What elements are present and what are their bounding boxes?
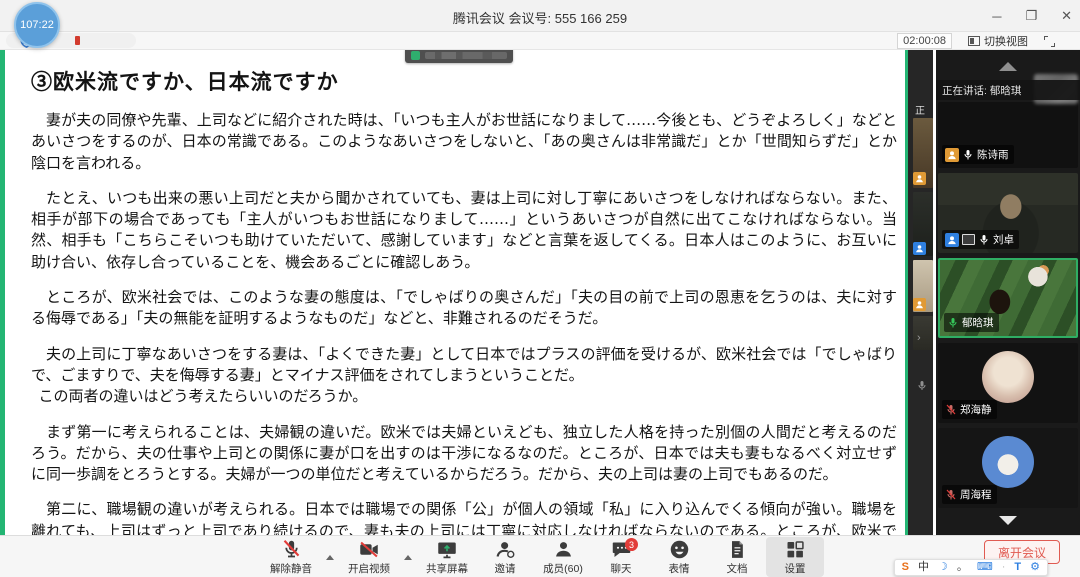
video-tile-chenshiyu[interactable]: 陈诗雨 (938, 102, 1078, 168)
document-paragraph: 夫の上司に丁寧なあいさつをする妻は、「よくできた妻」として日本ではプラスの評価を… (31, 344, 897, 387)
avatar (982, 436, 1034, 488)
ime-punctuation-icon[interactable]: 。 (957, 560, 968, 575)
mic-on-icon (978, 234, 990, 246)
invite-button[interactable]: 邀请 (476, 537, 534, 577)
document-title: ③欧米流ですか、日本流ですか (31, 66, 897, 96)
ime-skin-icon[interactable]: T (1014, 560, 1021, 575)
ime-toolbar: S 中 ☽ 。 ⌨ · T ⚙ (894, 559, 1048, 576)
video-tile-yuhanqi-speaking[interactable]: 郁晗琪 (938, 258, 1078, 338)
camera-off-icon (358, 539, 380, 560)
video-tile-liuzhuo[interactable]: 刘卓 (938, 173, 1078, 253)
document-paragraph: まず第一に考えられることは、夫婦観の違いだ。欧米では夫婦といえども、独立した人格… (31, 422, 897, 486)
sogou-logo-icon[interactable]: S (902, 560, 909, 575)
avatar (982, 351, 1034, 403)
mic-on-icon (962, 149, 974, 161)
participant-name: 周海程 (960, 487, 992, 502)
member-icon (553, 539, 574, 560)
mic-muted-icon (281, 539, 302, 560)
document-icon (727, 539, 747, 560)
chat-unread-badge: 3 (625, 538, 638, 551)
host-badge-icon (913, 172, 926, 185)
switch-view-button[interactable]: 切换视图 (968, 33, 1028, 49)
active-speaker-label: 正在讲话: 郁晗琪 (936, 80, 1080, 100)
invite-person-icon (495, 539, 516, 560)
docs-button[interactable]: 文档 (708, 537, 766, 577)
host-badge-icon (913, 298, 926, 311)
ime-keyboard-icon[interactable]: ⌨ (977, 560, 993, 575)
window-titlebar: 腾讯会议 会议号: 555 166 259 ─ ❐ ✕ (0, 0, 1080, 32)
scroll-up-arrow-icon[interactable] (999, 62, 1017, 71)
participant-video-panel: 正在讲话: 郁晗琪 陈诗雨 (936, 50, 1080, 535)
strip-mic-icon (916, 380, 928, 392)
mic-muted-icon (945, 404, 957, 416)
start-video-button[interactable]: 开启视频 (340, 537, 398, 577)
meeting-control-bar: 解除静音 开启视频 共享屏幕 邀请 成员(60) 3 (0, 535, 1080, 577)
layout-icon (968, 36, 980, 46)
mic-options-arrow[interactable] (326, 555, 334, 560)
mic-muted-icon (945, 489, 957, 501)
settings-button[interactable]: 设置 (766, 537, 824, 577)
document-paragraph: 第二に、職場観の違いが考えられる。日本では職場での関係「公」が個人の領域「私」に… (31, 499, 897, 535)
tencent-meeting-window: 腾讯会议 会议号: 555 166 259 ─ ❐ ✕ 02:00:08 切换视… (0, 0, 1080, 577)
share-screen-button[interactable]: 共享屏幕 (418, 537, 476, 577)
video-tile-zhenghaijing[interactable]: 郑海静 (938, 343, 1078, 423)
participant-name: 郁晗琪 (962, 315, 994, 330)
close-button[interactable]: ✕ (1061, 8, 1072, 24)
chat-button[interactable]: 3 聊天 (592, 537, 650, 577)
unmute-button[interactable]: 解除静音 (262, 537, 320, 577)
document-paragraph: たとえ、いつも出来の悪い上司だと夫から聞かされていても、妻は上司に対し丁寧にあい… (31, 188, 897, 273)
meeting-duration: 02:00:08 (897, 33, 952, 49)
shared-document: ③欧米流ですか、日本流ですか 妻が夫の同僚や先輩、上司などに紹介された時は、「い… (0, 50, 905, 535)
screen-share-mini-icon (962, 234, 975, 245)
smiley-icon (669, 539, 690, 560)
meeting-toolbar-top: 02:00:08 切换视图 (0, 32, 1080, 50)
strip-speaking-text: 正 (915, 102, 925, 117)
strip-video-fragment (913, 316, 933, 350)
sharing-status-icon (411, 51, 420, 60)
shared-screen-area: ③欧米流ですか、日本流ですか 妻が夫の同僚や先輩、上司などに紹介された時は、「い… (0, 50, 1080, 535)
participant-name: 陈诗雨 (977, 147, 1009, 162)
ime-halfmoon-icon[interactable]: ☽ (938, 560, 948, 575)
ime-voice-icon[interactable]: · (1002, 560, 1006, 575)
nested-meeting-window-edge: 正 › (905, 50, 933, 535)
members-button[interactable]: 成员(60) (534, 537, 592, 577)
minimize-button[interactable]: ─ (992, 9, 1001, 24)
share-control-banner[interactable] (405, 50, 513, 63)
scroll-down-arrow-icon[interactable] (999, 516, 1017, 525)
ime-toolbox-icon[interactable]: ⚙ (1030, 560, 1040, 575)
maximize-button[interactable]: ❐ (1025, 8, 1037, 24)
window-title: 腾讯会议 会议号: 555 166 259 (0, 8, 1080, 27)
host-badge-icon (945, 148, 959, 162)
member-badge-icon (913, 242, 926, 255)
fullscreen-icon[interactable] (1044, 36, 1055, 47)
member-badge-icon (945, 233, 959, 247)
participant-name: 刘卓 (993, 232, 1014, 247)
floating-timer-bubble[interactable]: 107:22 (14, 2, 60, 48)
document-paragraph: ところが、欧米社会では、このような妻の態度は、「でしゃばりの奥さんだ」「夫の目の… (31, 287, 897, 330)
apps-grid-icon (785, 539, 805, 560)
mic-active-icon (947, 317, 959, 329)
ime-mode-chinese[interactable]: 中 (918, 560, 929, 575)
video-options-arrow[interactable] (404, 555, 412, 560)
timer-value: 107:22 (20, 19, 54, 31)
share-screen-icon (436, 539, 458, 560)
recording-indicator-icon[interactable] (75, 36, 80, 45)
participant-name: 郑海静 (960, 402, 992, 417)
emoji-button[interactable]: 表情 (650, 537, 708, 577)
collapse-panel-arrow-icon[interactable]: › (917, 332, 921, 344)
video-tile-zhouhaicheng[interactable]: 周海程 (938, 428, 1078, 508)
banner-text-blur (425, 52, 507, 59)
document-paragraph: 妻が夫の同僚や先輩、上司などに紹介された時は、「いつも主人がお世話になりまして…… (31, 110, 897, 174)
document-paragraph: この両者の違いはどう考えたらいいのだろうか。 (31, 386, 897, 407)
